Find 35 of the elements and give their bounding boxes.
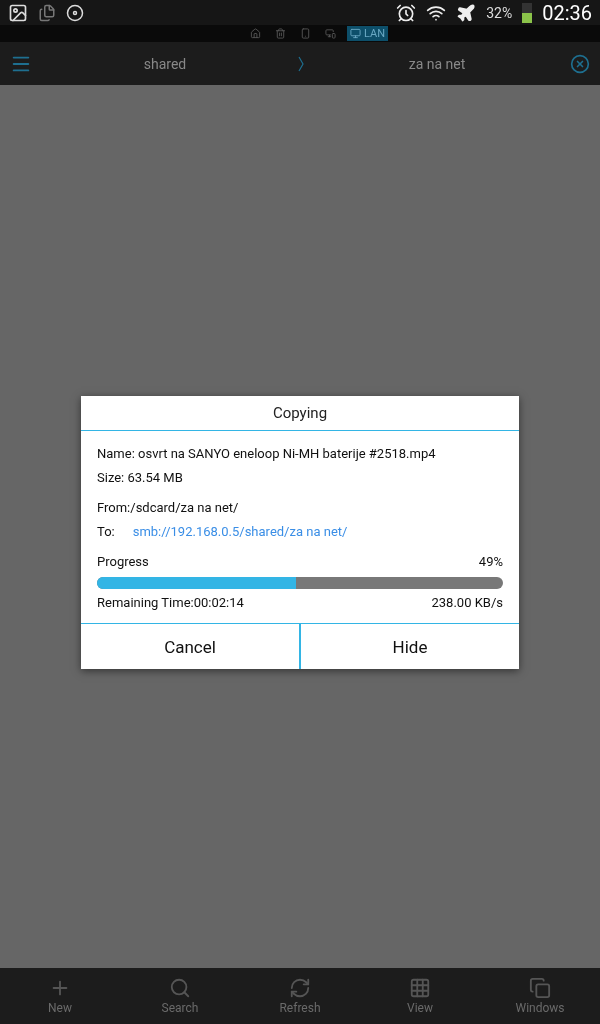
toolbar-button[interactable]: Windows	[480, 968, 600, 1024]
toolbar-button[interactable]: New	[0, 968, 120, 1024]
source-path: From:/sdcard/za na net/	[97, 499, 239, 517]
grid-icon	[409, 977, 431, 999]
monitor-icon	[349, 28, 361, 39]
file-name: Name: osvrt na SANYO eneloop Ni-MH baterije #2518.mp4	[97, 445, 436, 463]
path-crumb[interactable]: shared	[32, 55, 298, 72]
toolbar-button[interactable]: Search	[120, 968, 240, 1024]
alarm-icon	[396, 2, 417, 23]
progress-label: Progress	[97, 553, 149, 571]
battery-percent: 32%	[486, 4, 513, 21]
remaining-time: Remaining Time:00:02:14	[97, 594, 244, 612]
toolbar-button[interactable]: Refresh	[240, 968, 360, 1024]
file-size: Size: 63.54 MB	[97, 469, 183, 487]
refresh-icon	[289, 977, 311, 999]
disc-icon	[66, 3, 84, 22]
dialog-title: Copying	[81, 396, 519, 431]
transfer-speed: 238.00 KB/s	[431, 594, 503, 612]
dialog-button[interactable]: Hide	[299, 624, 519, 669]
progress-percent: 49%	[478, 553, 503, 571]
files-icon	[38, 3, 56, 22]
battery-icon	[522, 2, 533, 23]
toolbar-button[interactable]: View	[360, 968, 480, 1024]
airplane-icon	[456, 2, 477, 23]
clock: 02:36	[542, 0, 592, 25]
destination-path[interactable]: smb://192.168.0.5/shared/za na net/	[132, 520, 348, 544]
chevron-icon	[298, 55, 304, 72]
search-icon	[169, 977, 191, 999]
destination-label: To:	[97, 523, 115, 541]
path-crumb[interactable]: za na net	[304, 55, 570, 72]
dialog-button[interactable]: Cancel	[81, 624, 299, 669]
picture-icon	[8, 2, 28, 23]
copy-icon	[529, 977, 551, 999]
close-icon[interactable]	[570, 53, 590, 74]
location-tab[interactable]: LAN	[346, 26, 389, 41]
